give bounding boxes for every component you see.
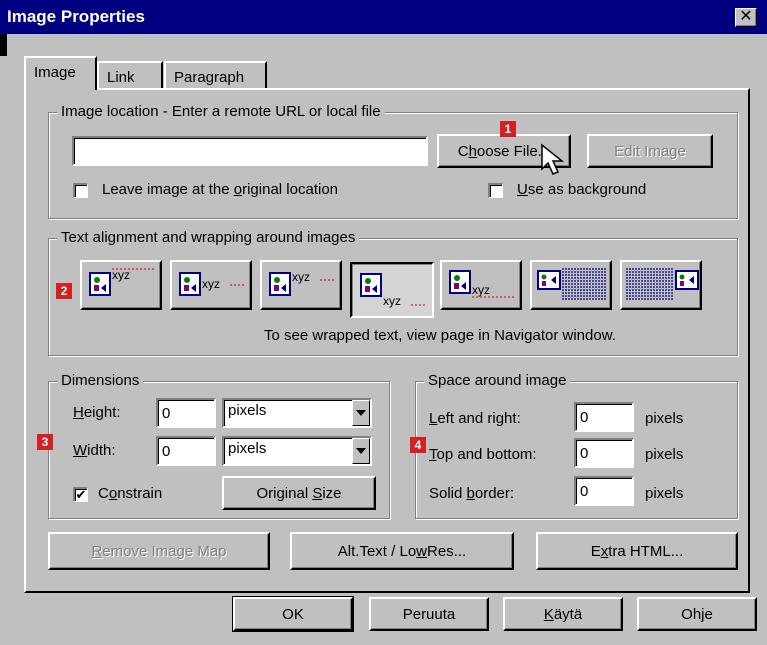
- leave-original-checkbox[interactable]: [73, 183, 88, 198]
- tab-paragraph-label: Paragraph: [174, 69, 245, 86]
- left-right-input[interactable]: [574, 402, 634, 432]
- image-url-input[interactable]: [72, 136, 428, 166]
- close-icon: ✕: [739, 8, 753, 25]
- edit-image-button[interactable]: Edit Image: [587, 134, 713, 168]
- apply-button[interactable]: Käytä: [503, 597, 623, 631]
- align-center-button[interactable]: xyz: [260, 260, 342, 310]
- height-label: Height:: [73, 404, 121, 421]
- solid-border-label: Solid border:: [429, 485, 515, 502]
- alt-text-label: Alt.Text / LowRes...: [337, 542, 467, 560]
- callout-badge-4: 4: [410, 437, 426, 453]
- svg-text:xyz: xyz: [383, 294, 401, 308]
- svg-text:xyz: xyz: [202, 277, 220, 291]
- width-label: Width:: [73, 442, 116, 459]
- ok-label: OK: [282, 605, 304, 623]
- tab-image-label: Image: [34, 64, 76, 81]
- wrap-left-button[interactable]: [530, 260, 612, 310]
- constrain-label: Constrain: [98, 485, 163, 502]
- remove-image-map-button[interactable]: Remove Image Map: [48, 532, 270, 570]
- left-right-label: Left and right:: [429, 410, 521, 427]
- help-button[interactable]: Ohje: [637, 597, 757, 631]
- picture-icon: xyz: [179, 272, 246, 296]
- dropdown-arrow-icon[interactable]: [352, 400, 370, 426]
- tab-link[interactable]: Link: [97, 61, 163, 89]
- top-bottom-input[interactable]: [574, 438, 634, 468]
- align-middle-button[interactable]: xyz: [170, 260, 252, 310]
- original-size-button[interactable]: Original Size: [222, 476, 376, 510]
- picture-icon: xyz: [89, 268, 156, 296]
- alignment-legend: Text alignment and wrapping around image…: [57, 229, 360, 246]
- extra-html-button[interactable]: Extra HTML...: [536, 532, 738, 570]
- title-bar[interactable]: Image Properties ✕: [0, 0, 767, 34]
- svg-text:xyz: xyz: [472, 283, 490, 297]
- wrapped-text-note: To see wrapped text, view page in Naviga…: [264, 327, 616, 344]
- picture-icon: xyz: [449, 270, 516, 298]
- align-top-button[interactable]: xyz: [80, 260, 162, 310]
- remove-image-map-label: Remove Image Map: [91, 542, 227, 560]
- left-right-unit: pixels: [645, 410, 684, 427]
- callout-badge-2: 2: [56, 283, 72, 299]
- align-baseline-button[interactable]: xyz: [350, 262, 434, 318]
- dimensions-legend: Dimensions: [57, 372, 144, 389]
- picture-icon: [626, 268, 699, 300]
- ok-button[interactable]: OK: [232, 596, 354, 632]
- svg-text:xyz: xyz: [112, 268, 130, 282]
- height-unit-value: pixels: [228, 402, 267, 419]
- tab-paragraph[interactable]: Paragraph: [164, 61, 267, 89]
- cancel-label: Peruuta: [402, 605, 456, 623]
- picture-icon: [537, 268, 606, 300]
- dialog-title: Image Properties: [7, 7, 145, 26]
- use-as-background-label: Use as background: [517, 181, 647, 198]
- picture-icon: xyz: [269, 270, 336, 296]
- extra-html-label: Extra HTML...: [590, 542, 684, 560]
- svg-text:xyz: xyz: [292, 270, 310, 284]
- window-edge: [0, 34, 7, 56]
- height-unit-select[interactable]: pixels: [222, 398, 372, 428]
- edit-image-label: Edit Image: [614, 142, 686, 160]
- apply-label: Käytä: [543, 605, 583, 623]
- constrain-checkbox[interactable]: ✔: [73, 487, 88, 502]
- dropdown-arrow-icon[interactable]: [352, 438, 370, 464]
- tab-image[interactable]: Image: [24, 56, 97, 90]
- tab-link-label: Link: [107, 69, 135, 86]
- alt-text-button[interactable]: Alt.Text / LowRes...: [290, 532, 514, 570]
- original-size-label: Original Size: [256, 484, 342, 502]
- close-button[interactable]: ✕: [735, 8, 757, 27]
- cancel-button[interactable]: Peruuta: [369, 597, 489, 631]
- solid-border-input[interactable]: [574, 476, 634, 506]
- width-input[interactable]: [156, 436, 216, 466]
- height-input[interactable]: [156, 398, 216, 428]
- image-location-legend: Image location - Enter a remote URL or l…: [57, 103, 385, 120]
- image-properties-dialog: Image Properties ✕ Image Link Paragraph …: [0, 0, 767, 645]
- use-as-background-checkbox[interactable]: [488, 183, 503, 198]
- width-unit-select[interactable]: pixels: [222, 436, 372, 466]
- picture-icon: xyz: [360, 273, 427, 308]
- solid-border-unit: pixels: [645, 485, 684, 502]
- align-bottom-button[interactable]: xyz: [440, 260, 522, 310]
- callout-badge-1: 1: [500, 121, 516, 137]
- wrap-right-button[interactable]: [620, 260, 702, 310]
- top-bottom-unit: pixels: [645, 446, 684, 463]
- leave-original-label: Leave image at the original location: [102, 181, 338, 198]
- space-around-legend: Space around image: [424, 372, 571, 389]
- check-icon: ✔: [75, 487, 87, 502]
- mouse-pointer-icon: [541, 143, 565, 175]
- help-label: Ohje: [681, 605, 713, 623]
- width-unit-value: pixels: [228, 440, 267, 457]
- top-bottom-label: Top and bottom:: [429, 446, 537, 463]
- callout-badge-3: 3: [37, 434, 53, 450]
- choose-file-label: Choose File...: [457, 142, 551, 160]
